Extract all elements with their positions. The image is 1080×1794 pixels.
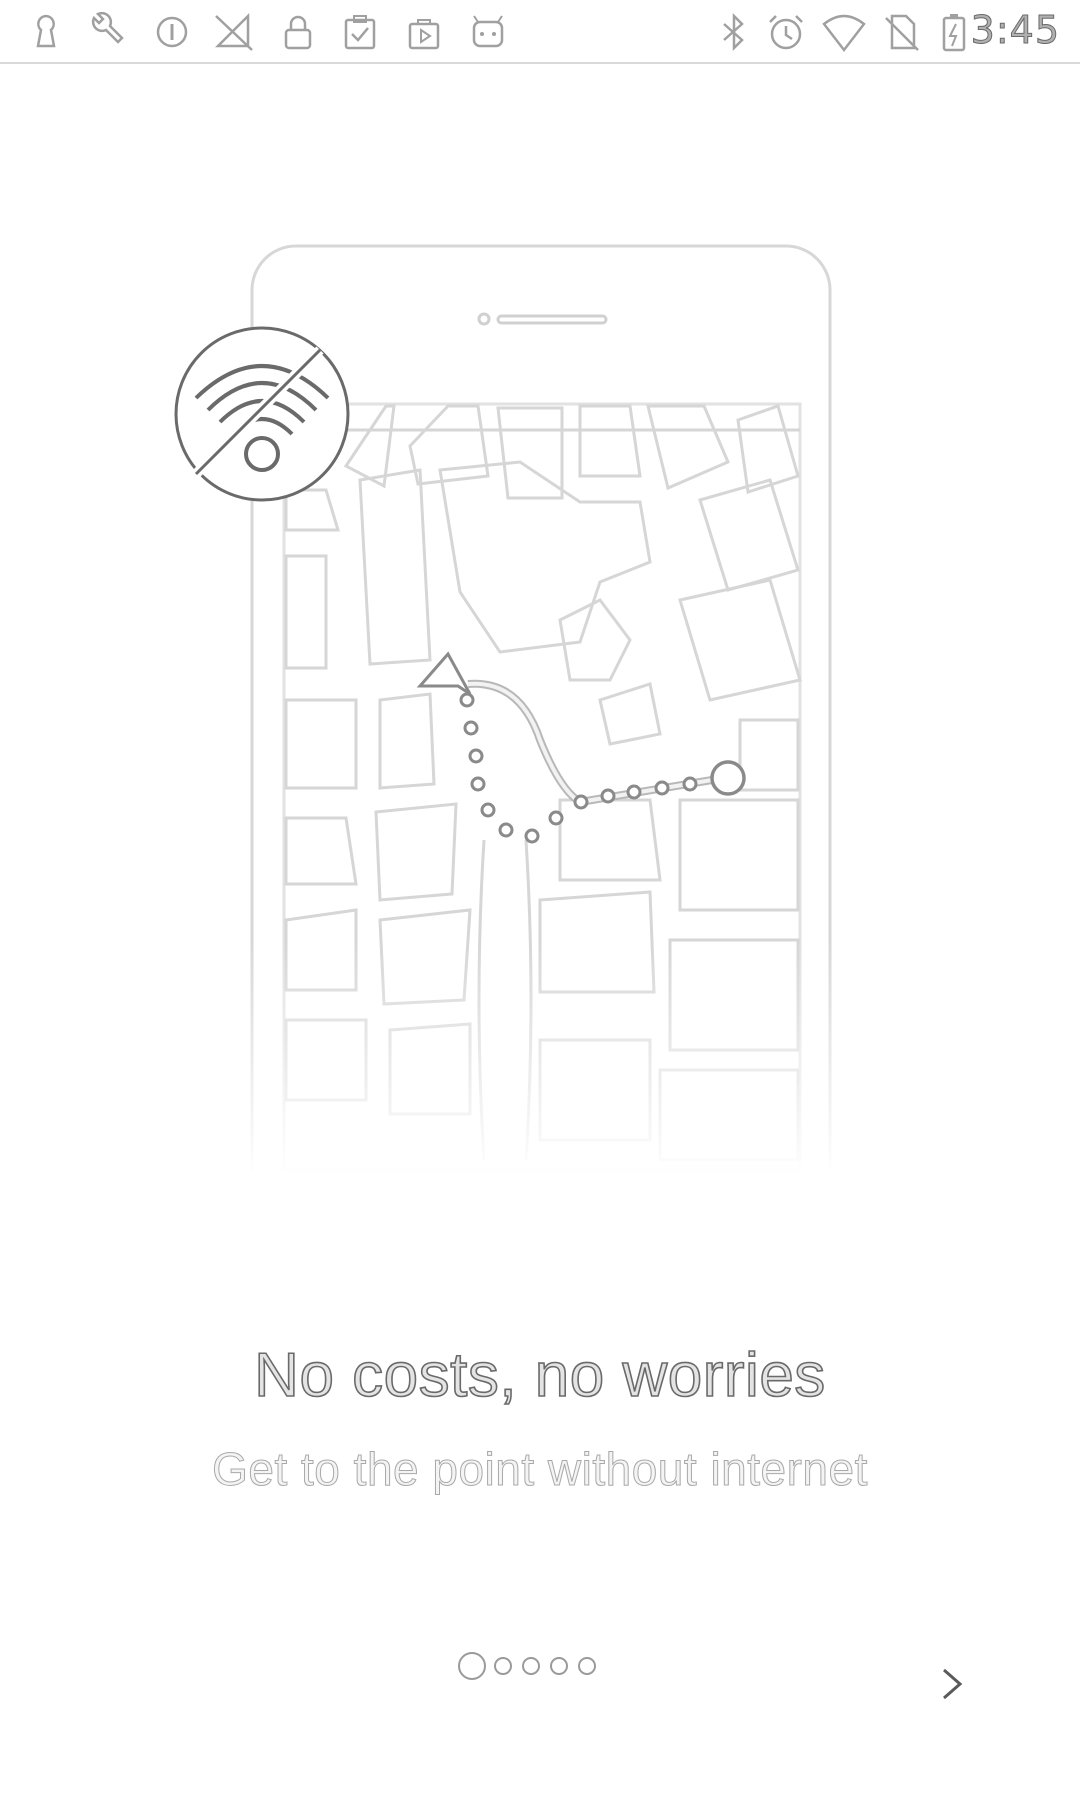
page-dot-4[interactable] — [550, 1657, 568, 1675]
chevron-right-icon — [943, 1668, 963, 1700]
page-dot-1[interactable] — [458, 1652, 486, 1680]
page-dot-5[interactable] — [578, 1657, 596, 1675]
onboarding-title: No costs, no worries — [253, 1340, 826, 1411]
page-dot-2[interactable] — [494, 1657, 512, 1675]
onboarding-subtitle: Get to the point without internet — [212, 1443, 868, 1496]
onboarding-screen: 3:45 No costs, no worries Get to the poi… — [0, 0, 1080, 1794]
offline-map-illustration — [174, 244, 840, 1180]
no-wifi-icon — [174, 326, 350, 502]
route-line — [467, 679, 713, 807]
page-indicator — [458, 1650, 606, 1682]
destination-marker-icon — [710, 760, 746, 796]
walking-route-dots — [459, 692, 698, 844]
next-button[interactable] — [928, 1660, 976, 1708]
page-dot-3[interactable] — [522, 1657, 540, 1675]
